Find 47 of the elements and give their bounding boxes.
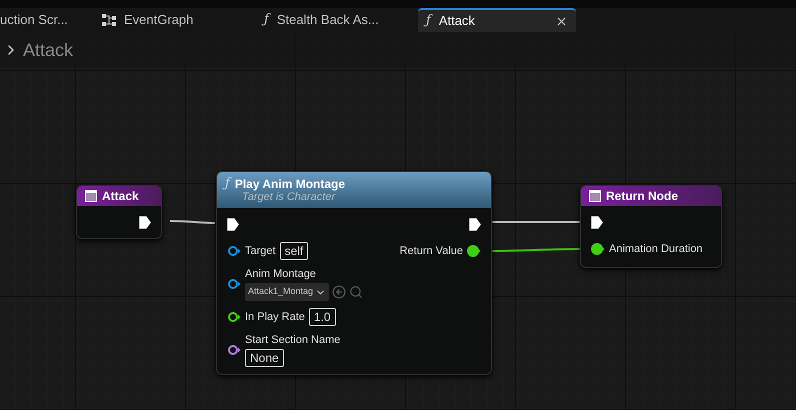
pin-label: Anim Montage [245,267,317,281]
exec-pin[interactable] [591,216,603,228]
value-field[interactable]: 1.0 [308,308,336,326]
data-pin[interactable] [227,278,241,290]
value-field[interactable]: self [280,242,308,260]
function-icon: ƒ [225,176,230,190]
pin-label: Start Section Name [245,333,340,347]
data-pin[interactable] [227,245,241,257]
data-pin[interactable] [227,311,241,323]
node-title: Attack [102,189,139,203]
window-icon [85,190,97,202]
tab-label: uction Scr... [0,11,69,30]
tab-label: EventGraph [124,11,194,30]
editor-tab[interactable]: ƒ Attack [418,8,576,32]
data-pin[interactable] [467,245,481,257]
search-icon[interactable] [349,285,364,299]
value-field[interactable]: None [245,349,284,367]
pin-label: Return Value [400,244,463,259]
pin-label: In Play Rate [245,310,305,325]
editor-tab[interactable]: ƒ Stealth Back As... [256,8,406,32]
asset-dropdown[interactable]: Attack1_Montag [245,283,330,301]
function-icon: ƒ [426,11,431,31]
node-subtitle: Target is Character [241,190,336,204]
graph-canvas[interactable]: Attack Attack ƒ Play Anim Montage Target is Character Target self Anim Montage Attack1_Montag In Play Rate 1.0 Start Section Name None Return Value Return Node Animation Duration [0,32,796,410]
node-title: Play Anim Montage [234,176,346,190]
exec-pin[interactable] [469,218,481,230]
breadcrumb-title: Attack [23,38,74,62]
close-icon[interactable] [555,14,568,28]
graph-icon [102,14,116,26]
function-icon: ƒ [264,10,269,30]
pin-label: Animation Duration [609,242,703,257]
editor-tab[interactable]: uction Scr... [0,8,82,32]
graph-node[interactable]: Attack [76,185,162,239]
node-title: Return Node [606,189,678,203]
tab-label: Attack [438,12,476,30]
tab-label: Stealth Back As... [276,11,380,30]
exec-pin[interactable] [139,216,151,228]
graph-node[interactable]: ƒ Play Anim Montage Target is Character Target self Anim Montage Attack1_Montag In Play Rate 1.0 Start Section Name None Return Value [216,171,492,375]
exec-wire [170,220,216,224]
pin-label: Target [245,244,276,259]
data-pin[interactable] [227,344,241,356]
use-selected-icon[interactable] [332,285,346,299]
window-icon [589,190,601,202]
exec-pin[interactable] [227,218,239,230]
graph-node[interactable]: Return Node Animation Duration [580,185,722,268]
data-pin[interactable] [591,243,605,255]
editor-tab[interactable]: EventGraph [94,8,244,32]
